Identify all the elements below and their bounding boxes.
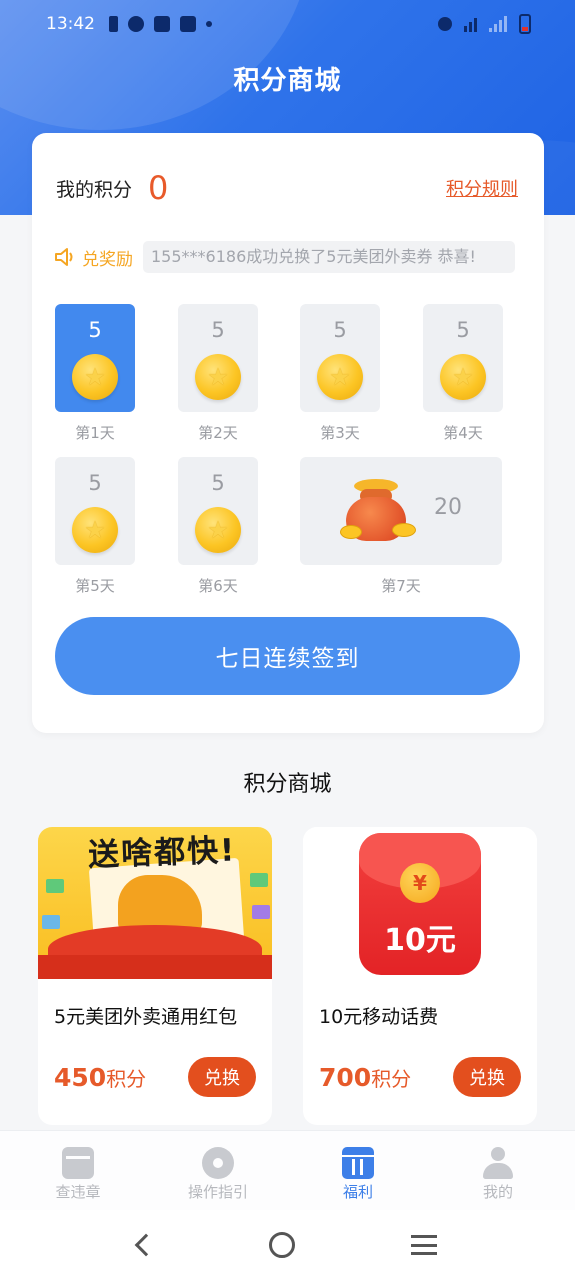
day-label: 第3天 <box>320 424 360 442</box>
user-icon <box>482 1147 514 1179</box>
price-number: 450 <box>54 1063 107 1092</box>
coin-icon: ★ <box>72 507 118 553</box>
points-rules-link[interactable]: 积分规则 <box>446 175 518 201</box>
battery-icon <box>519 14 531 34</box>
points-value: 0 <box>148 169 169 207</box>
yuan-coin-icon: ¥ <box>400 863 440 903</box>
bottom-tab-bar: 查违章 操作指引 福利 我的 <box>0 1130 575 1210</box>
tab-label: 查违章 <box>55 1183 101 1201</box>
day-points: 5 <box>211 318 225 342</box>
home-icon[interactable] <box>269 1232 296 1258</box>
product-price: 700积分 <box>319 1063 411 1092</box>
red-envelope-icon: ¥ 10元 <box>359 833 481 975</box>
product-card-mobile-credit[interactable]: ¥ 10元 10元移动话费 700积分 兑换 <box>303 827 537 1125</box>
status-bar: 13:42 <box>0 0 575 48</box>
day-label: 第6天 <box>198 577 238 595</box>
coin-icon: ★ <box>195 354 241 400</box>
redeem-button[interactable]: 兑换 <box>453 1057 521 1097</box>
seven-day-checkin-button[interactable]: 七日连续签到 <box>55 617 520 695</box>
checkin-day-1[interactable]: 5 ★ <box>55 304 135 412</box>
day-points: 5 <box>88 471 102 495</box>
gift-icon <box>342 1147 374 1179</box>
checkin-day-3[interactable]: 5 ★ <box>300 304 380 412</box>
coin-icon: ★ <box>72 354 118 400</box>
product-price: 450积分 <box>54 1063 146 1092</box>
tab-welfare[interactable]: 福利 <box>288 1131 428 1210</box>
tab-violations[interactable]: 查违章 <box>8 1131 148 1210</box>
price-number: 700 <box>319 1063 372 1092</box>
day-points: 20 <box>434 495 462 520</box>
money-bag-icon <box>340 479 416 543</box>
tab-label: 操作指引 <box>187 1183 248 1201</box>
battery-saver-icon <box>109 16 118 32</box>
product-name: 5元美团外卖通用红包 <box>54 1006 238 1028</box>
tab-label: 福利 <box>342 1183 373 1201</box>
vibrate-icon <box>438 17 452 31</box>
product-image-banner: 送啥都快! <box>87 832 237 874</box>
price-unit: 积分 <box>106 1067 147 1091</box>
speaker-icon <box>55 248 73 266</box>
coin-icon: ★ <box>440 354 486 400</box>
my-points: 我的积分 0 <box>56 169 168 207</box>
menu-icon[interactable] <box>411 1235 438 1255</box>
checkin-day-2[interactable]: 5 ★ <box>178 304 258 412</box>
product-image: ¥ 10元 <box>303 827 537 979</box>
reward-ticker: 兑奖励 155***6186成功兑换了5元美团外卖券 恭喜! <box>54 241 515 273</box>
envelope-amount: 10元 <box>384 923 456 958</box>
coin-icon: ★ <box>195 507 241 553</box>
system-nav-bar <box>0 1210 575 1280</box>
page-title: 积分商城 <box>233 66 342 96</box>
day-label: 第1天 <box>75 424 115 442</box>
day-label: 第2天 <box>198 424 238 442</box>
points-card: 我的积分 0 积分规则 兑奖励 155***6186成功兑换了5元美团外卖券 恭… <box>32 133 544 733</box>
checkin-day-7[interactable]: 20 <box>300 457 502 565</box>
ticker-message: 155***6186成功兑换了5元美团外卖券 恭喜! <box>143 241 515 273</box>
wifi-icon <box>464 16 477 32</box>
day-points: 5 <box>456 318 470 342</box>
app-notification-icon <box>180 16 196 32</box>
car-icon <box>62 1147 94 1179</box>
points-label: 我的积分 <box>56 178 133 201</box>
product-card-meituan[interactable]: 送啥都快! 5元美团外卖通用红包 450积分 兑换 <box>38 827 272 1125</box>
ticker-label: 兑奖励 <box>82 249 133 270</box>
product-name: 10元移动话费 <box>319 1006 439 1028</box>
coin-icon: ★ <box>317 354 363 400</box>
back-icon[interactable] <box>134 1233 158 1257</box>
more-notifications-icon <box>206 21 212 27</box>
day-points: 5 <box>88 318 102 342</box>
status-time: 13:42 <box>46 14 95 34</box>
mall-section-title: 积分商城 <box>243 772 332 797</box>
tab-mine[interactable]: 我的 <box>428 1131 568 1210</box>
redeem-button[interactable]: 兑换 <box>188 1057 256 1097</box>
product-image: 送啥都快! <box>38 827 272 979</box>
signal-icon <box>489 16 507 32</box>
price-unit: 积分 <box>371 1067 412 1091</box>
tab-label: 我的 <box>482 1183 513 1201</box>
checkin-day-6[interactable]: 5 ★ <box>178 457 258 565</box>
tab-guide[interactable]: 操作指引 <box>148 1131 288 1210</box>
day-points: 5 <box>211 471 225 495</box>
disc-icon <box>202 1147 234 1179</box>
check-icon <box>128 16 144 32</box>
day-label: 第7天 <box>381 577 421 595</box>
checkin-day-5[interactable]: 5 ★ <box>55 457 135 565</box>
day-points: 5 <box>333 318 347 342</box>
day-label: 第5天 <box>75 577 115 595</box>
day-label: 第4天 <box>443 424 483 442</box>
mail-icon <box>154 16 170 32</box>
checkin-day-4[interactable]: 5 ★ <box>423 304 503 412</box>
